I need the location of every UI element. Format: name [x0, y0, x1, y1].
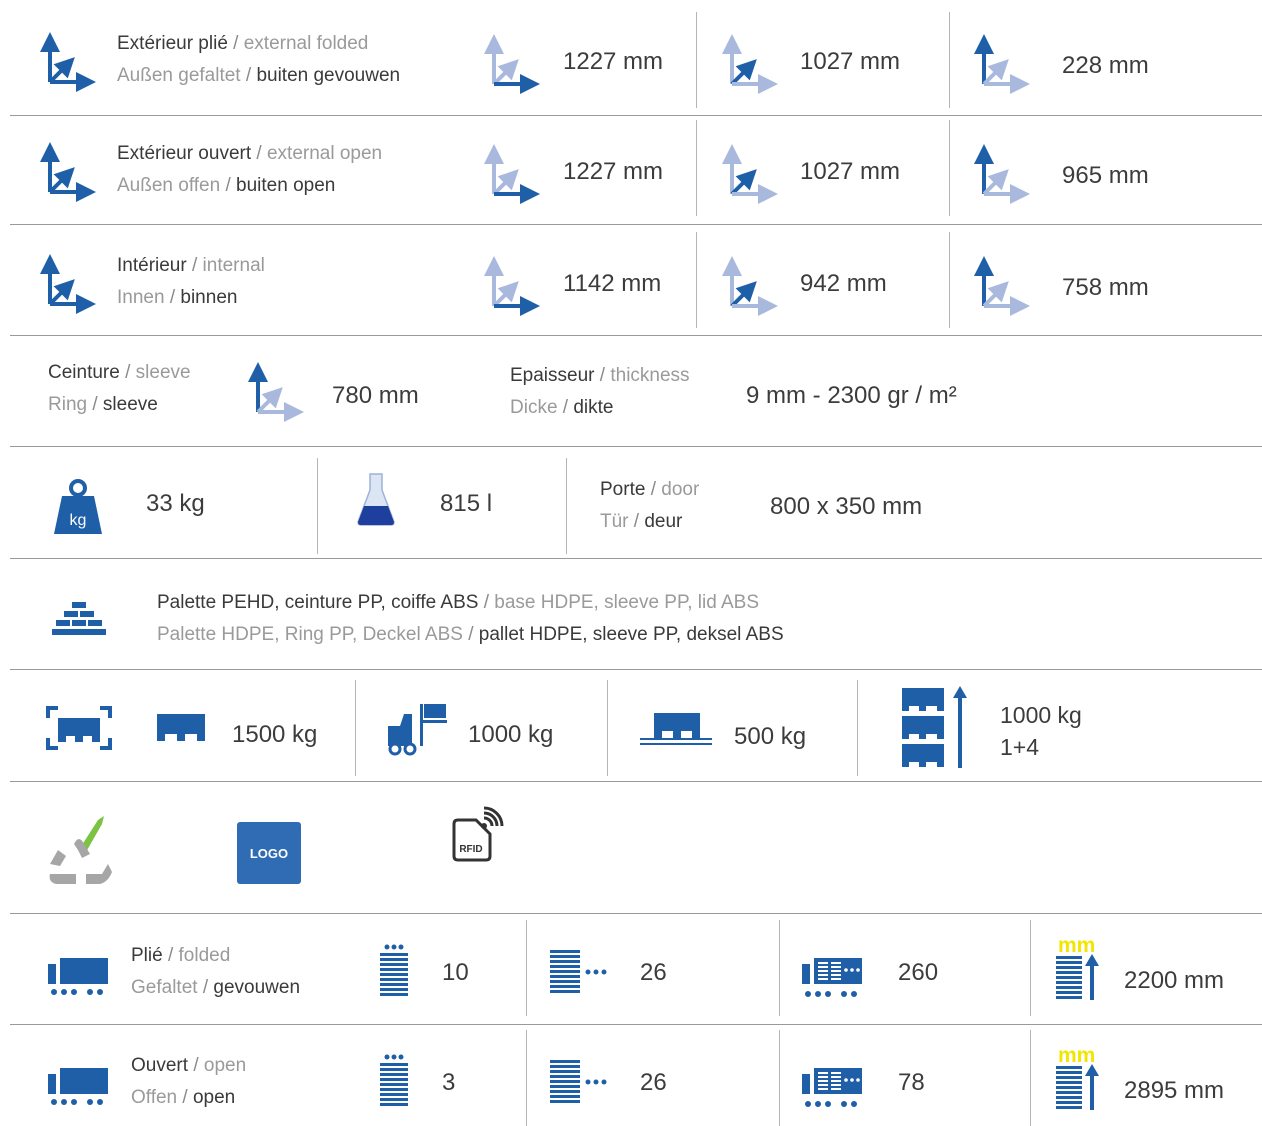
row-count-icon: [550, 950, 607, 993]
per-row-value: 26: [640, 1069, 667, 1096]
sleeve-value: 780 mm: [332, 382, 419, 409]
length-axis-icon: [484, 34, 540, 94]
height-axis-icon: [248, 362, 304, 422]
stack-count-icon: [380, 1054, 408, 1106]
stack-height-value: 2895 mm: [1124, 1077, 1225, 1104]
forklift-icon: [388, 704, 447, 756]
width-axis-icon: [722, 144, 778, 204]
stack-height-value: 2200 mm: [1124, 967, 1225, 994]
truck-icon: [48, 958, 108, 995]
stacking-load: 1000 kg 1+4: [1000, 702, 1082, 760]
truck-icon: [48, 1068, 108, 1105]
width-value: 1027 mm: [800, 158, 901, 185]
thickness-label: Epaisseur / thickness Dicke / dikte: [510, 365, 690, 418]
axes-3d-icon: [40, 142, 96, 202]
material-label: Palette PEHD, ceinture PP, coiffe ABS / …: [157, 592, 784, 645]
stack-count-icon: [380, 944, 408, 996]
static-load-frame-icon: [46, 706, 112, 750]
per-truck-value: 260: [898, 959, 939, 986]
length-value: 1227 mm: [563, 48, 664, 75]
per-stack-value: 3: [442, 1069, 456, 1096]
volume-value: 815 l: [440, 490, 493, 517]
length-axis-icon: [484, 256, 540, 316]
svg-text:kg: kg: [70, 512, 87, 529]
width-axis-icon: [722, 34, 778, 94]
height-axis-icon: [974, 144, 1030, 204]
sleeve-label: Ceinture / sleeve Ring / sleeve: [48, 362, 191, 415]
bricks-icon: [52, 602, 106, 635]
height-value: 965 mm: [1062, 162, 1149, 189]
stacking-icon: [902, 686, 967, 768]
length-value: 1227 mm: [563, 158, 664, 185]
static-load-value: 1500 kg: [232, 721, 318, 748]
weight-value: 33 kg: [146, 490, 205, 517]
transport-label: Ouvert / open Offen / open: [131, 1055, 247, 1108]
truck-load-icon: [802, 1068, 862, 1107]
svg-text:RFID: RFID: [459, 844, 482, 855]
pallet-icon: [157, 714, 205, 741]
width-value: 942 mm: [800, 270, 887, 297]
weight-kg-icon: kg: [54, 479, 102, 534]
dimension-label: Extérieur plié / external folded Außen ge…: [117, 33, 401, 86]
height-value: 228 mm: [1062, 52, 1149, 79]
per-stack-value: 10: [442, 959, 469, 986]
door-value: 800 x 350 mm: [770, 493, 923, 520]
racking-icon: [640, 713, 712, 745]
dimension-label: Intérieur / internal Innen / binnen: [117, 255, 265, 308]
truck-load-icon: [802, 958, 862, 997]
width-axis-icon: [722, 256, 778, 316]
axes-3d-icon: [40, 32, 96, 92]
thickness-value: 9 mm - 2300 gr / m²: [746, 382, 957, 409]
flask-icon: [357, 473, 395, 526]
rfid-icon: RFID: [452, 806, 504, 862]
logo-badge: LOGO: [237, 822, 301, 884]
per-truck-value: 78: [898, 1069, 925, 1096]
per-row-value: 26: [640, 959, 667, 986]
row-count-icon: [550, 1060, 607, 1103]
recycle-icon: [49, 816, 112, 884]
length-axis-icon: [484, 144, 540, 204]
door-label: Porte / door Tür / deur: [600, 479, 700, 532]
transport-label: Plié / folded Gefaltet / gevouwen: [131, 945, 301, 998]
height-axis-icon: [974, 34, 1030, 94]
height-value: 758 mm: [1062, 274, 1149, 301]
forklift-load-value: 1000 kg: [468, 721, 554, 748]
axes-3d-icon: [40, 254, 96, 314]
width-value: 1027 mm: [800, 48, 901, 75]
dimension-label: Extérieur ouvert / external open Außen of…: [117, 143, 383, 196]
stack-height-icon: [1056, 1064, 1099, 1110]
height-axis-icon: [974, 256, 1030, 316]
racking-load-value: 500 kg: [734, 723, 807, 750]
stack-height-icon: [1056, 954, 1099, 1000]
length-value: 1142 mm: [563, 270, 662, 297]
